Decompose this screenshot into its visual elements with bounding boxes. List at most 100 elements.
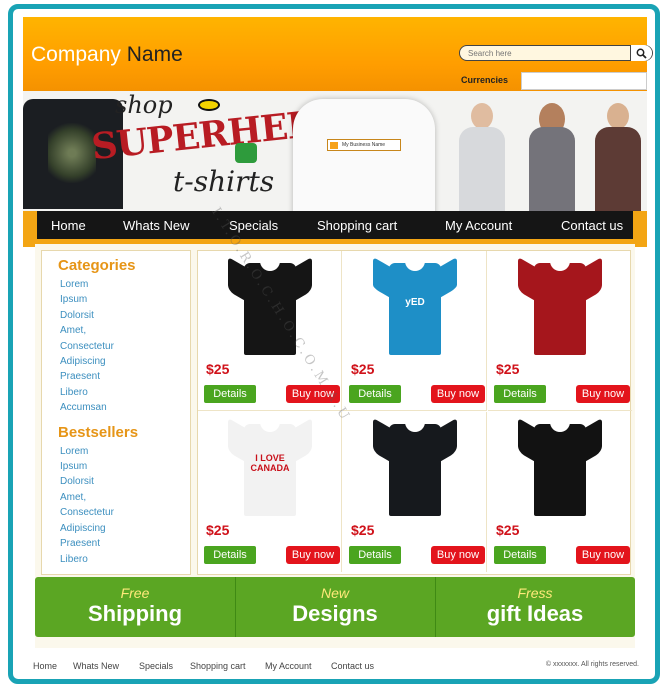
nav-shopping-cart[interactable]: Shopping cart <box>317 218 397 233</box>
promo-small-text: Free <box>120 585 150 601</box>
product-price: $25 <box>351 522 375 538</box>
model-man-brown-shirt <box>589 97 647 211</box>
banner-tshirt-tag: My Business Name <box>327 139 401 151</box>
green-lantern-logo-icon <box>235 143 257 163</box>
details-button[interactable]: Details <box>349 385 401 403</box>
product-tshirt-image[interactable] <box>518 256 602 355</box>
product-price: $25 <box>496 361 520 377</box>
category-link[interactable]: Libero <box>60 385 190 400</box>
buy-now-button[interactable]: Buy now <box>431 546 485 564</box>
product-card: $25 Details Buy now <box>343 412 487 572</box>
footer-link-shopping-cart[interactable]: Shopping cart <box>190 661 246 671</box>
search-icon <box>636 48 647 59</box>
product-tshirt-image[interactable] <box>518 417 602 516</box>
promo-new-designs[interactable]: New Designs <box>235 577 435 637</box>
nav-whats-new[interactable]: Whats New <box>123 218 189 233</box>
product-print-text: yED <box>405 296 425 308</box>
product-tshirt-image[interactable]: I LOVE CANADA <box>228 417 312 516</box>
logo-company-word: Company <box>31 43 121 66</box>
search-input[interactable] <box>468 47 618 59</box>
buy-now-button[interactable]: Buy now <box>286 546 340 564</box>
search-button[interactable] <box>630 45 652 61</box>
promo-big-text: Designs <box>292 601 378 626</box>
promo-big-text: Shipping <box>87 601 183 626</box>
category-link[interactable]: Ipsum <box>60 292 190 307</box>
product-tshirt-image[interactable]: yED <box>373 256 457 355</box>
page-frame: Company Name Currencies shop SUPERHERO t… <box>8 4 660 684</box>
bestseller-link[interactable]: Ipsum <box>60 459 190 474</box>
product-card: I LOVE CANADA $25 Details Buy now <box>198 412 342 572</box>
bestsellers-list: Lorem Ipsum Dolorsit Amet, Consectetur A… <box>42 444 190 567</box>
promo-free-shipping[interactable]: Free Shipping <box>35 577 235 637</box>
bestseller-link[interactable]: Dolorsit <box>60 474 190 489</box>
product-price: $25 <box>206 522 230 538</box>
batman-logo-icon <box>198 99 220 111</box>
footer-link-whats-new[interactable]: Whats New <box>73 661 119 671</box>
categories-heading: Categories <box>58 257 136 274</box>
category-link[interactable]: Amet, <box>60 323 190 338</box>
copyright-text: © xxxxxxx. All rights reserved. <box>545 661 639 668</box>
nav-contact-us[interactable]: Contact us <box>561 218 623 233</box>
buy-now-button[interactable]: Buy now <box>576 385 630 403</box>
product-card: yED $25 Details Buy now <box>343 251 487 411</box>
banner-shop-text: shop <box>115 91 173 119</box>
search-box <box>459 45 653 61</box>
promo-small-text: Fress <box>517 585 553 601</box>
nav-my-account[interactable]: My Account <box>445 218 512 233</box>
promo-strip: Free Shipping New Designs Fress gift Ide… <box>35 577 635 637</box>
category-link[interactable]: Dolorsit <box>60 308 190 323</box>
category-link[interactable]: Consectetur <box>60 339 190 354</box>
product-print-text <box>538 448 582 478</box>
bestseller-link[interactable]: Consectetur <box>60 505 190 520</box>
product-card: $25 Details Buy now <box>488 412 632 572</box>
sidebar: Categories Lorem Ipsum Dolorsit Amet, Co… <box>41 250 191 575</box>
banner-tshirts-text: t-shirts <box>173 165 275 198</box>
currencies-label: Currencies <box>461 75 509 85</box>
bestseller-link[interactable]: Adipiscing <box>60 521 190 536</box>
footer-link-specials[interactable]: Specials <box>139 661 173 671</box>
site-footer: Home Whats New Specials Shopping cart My… <box>33 661 639 675</box>
product-card: $25 Details Buy now <box>488 251 632 411</box>
bestseller-link[interactable]: Libero <box>60 552 190 567</box>
footer-link-contact-us[interactable]: Contact us <box>331 661 374 671</box>
buy-now-button[interactable]: Buy now <box>431 385 485 403</box>
bestseller-link[interactable]: Amet, <box>60 490 190 505</box>
bestsellers-heading: Bestsellers <box>58 423 139 441</box>
details-button[interactable]: Details <box>494 385 546 403</box>
product-print-text <box>393 448 437 478</box>
model-woman-grey-shirt <box>523 97 581 211</box>
category-link[interactable]: Lorem <box>60 277 190 292</box>
main-nav: Home Whats New Specials Shopping cart My… <box>23 211 647 247</box>
details-button[interactable]: Details <box>349 546 401 564</box>
footer-link-my-account[interactable]: My Account <box>265 661 312 671</box>
product-tshirt-image[interactable] <box>373 417 457 516</box>
logo-name-word: Name <box>120 43 183 66</box>
hero-banner: shop SUPERHERO t-shirts My Business Name <box>23 91 647 211</box>
categories-list: Lorem Ipsum Dolorsit Amet, Consectetur A… <box>42 277 190 416</box>
site-header: Company Name Currencies <box>23 17 653 97</box>
details-button[interactable]: Details <box>494 546 546 564</box>
buy-now-button[interactable]: Buy now <box>576 546 630 564</box>
bestseller-link[interactable]: Lorem <box>60 444 190 459</box>
product-print-text <box>538 287 582 317</box>
bestseller-link[interactable]: Praesent <box>60 536 190 551</box>
company-logo[interactable]: Company Name <box>31 43 183 67</box>
product-price: $25 <box>351 361 375 377</box>
banner-white-tshirt-image: My Business Name <box>293 99 435 211</box>
footer-link-home[interactable]: Home <box>33 661 57 671</box>
details-button[interactable]: Details <box>204 546 256 564</box>
model-man-grey-shirt <box>453 97 511 211</box>
promo-big-text: gift Ideas <box>486 601 584 626</box>
main-nav-bar: Home Whats New Specials Shopping cart My… <box>37 211 633 239</box>
promo-gift-ideas[interactable]: Fress gift Ideas <box>435 577 635 637</box>
product-price: $25 <box>206 361 230 377</box>
category-link[interactable]: Praesent <box>60 369 190 384</box>
details-button[interactable]: Details <box>204 385 256 403</box>
product-print-text: I LOVE CANADA <box>250 453 290 473</box>
currency-select[interactable] <box>521 72 647 90</box>
nav-home[interactable]: Home <box>51 218 86 233</box>
promo-small-text: New <box>320 585 349 601</box>
product-price: $25 <box>496 522 520 538</box>
category-link[interactable]: Accumsan <box>60 400 190 415</box>
category-link[interactable]: Adipiscing <box>60 354 190 369</box>
